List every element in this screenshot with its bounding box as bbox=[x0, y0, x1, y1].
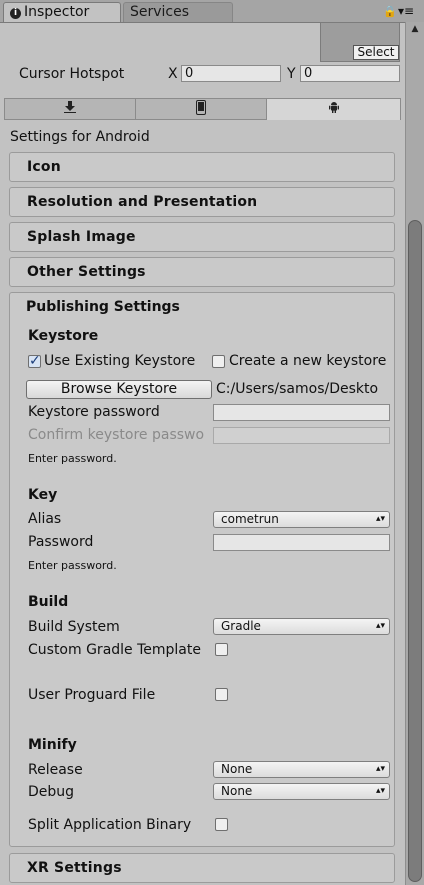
use-existing-keystore-label: Use Existing Keystore bbox=[44, 353, 196, 369]
cursor-hotspot-label: Cursor Hotspot bbox=[19, 66, 125, 82]
foldout-other-settings[interactable]: Other Settings bbox=[9, 257, 395, 287]
custom-gradle-template-label: Custom Gradle Template bbox=[28, 642, 201, 658]
hotspot-y-label: Y bbox=[287, 66, 296, 82]
hotspot-x-field[interactable]: 0 bbox=[181, 65, 281, 82]
key-password-field[interactable] bbox=[213, 534, 390, 551]
keystore-heading: Keystore bbox=[28, 328, 99, 344]
hotspot-y-field[interactable]: 0 bbox=[300, 65, 400, 82]
build-system-value: Gradle bbox=[221, 619, 261, 633]
custom-gradle-template-checkbox[interactable] bbox=[215, 643, 228, 656]
foldout-icon[interactable]: Icon bbox=[9, 152, 395, 182]
context-menu-icon[interactable]: ▾≡ bbox=[398, 4, 414, 18]
checkmark-icon: ✓ bbox=[29, 353, 41, 369]
split-application-binary-label: Split Application Binary bbox=[28, 817, 192, 833]
mobile-icon bbox=[196, 100, 206, 115]
key-heading: Key bbox=[28, 487, 58, 503]
tab-inspector-label: Inspector bbox=[24, 4, 90, 20]
lock-icon[interactable]: 🔒 bbox=[383, 5, 397, 18]
browse-keystore-button[interactable]: Browse Keystore bbox=[26, 380, 212, 399]
minify-release-label: Release bbox=[28, 762, 83, 778]
create-new-keystore-label: Create a new keystore bbox=[229, 353, 387, 369]
select-button[interactable]: Select bbox=[353, 45, 399, 60]
confirm-keystore-password-field bbox=[213, 427, 390, 444]
build-system-dropdown[interactable]: Gradle ▴▾ bbox=[213, 618, 390, 635]
keystore-password-label: Keystore password bbox=[28, 404, 160, 420]
settings-for-label: Settings for Android bbox=[10, 129, 150, 145]
download-icon bbox=[64, 101, 76, 113]
split-application-binary-checkbox[interactable] bbox=[215, 818, 228, 831]
use-existing-keystore-checkbox[interactable]: ✓ bbox=[28, 353, 41, 369]
key-password-label: Password bbox=[28, 534, 94, 550]
alias-label: Alias bbox=[28, 511, 62, 527]
build-system-label: Build System bbox=[28, 619, 120, 635]
dropdown-arrows-icon: ▴▾ bbox=[375, 514, 385, 524]
foldout-splash-image[interactable]: Splash Image bbox=[9, 222, 395, 252]
foldout-resolution-presentation[interactable]: Resolution and Presentation bbox=[9, 187, 395, 217]
minify-release-value: None bbox=[221, 762, 253, 776]
keystore-password-field[interactable] bbox=[213, 404, 390, 421]
alias-value: cometrun bbox=[221, 512, 279, 526]
scroll-up-arrow-icon[interactable]: ▲ bbox=[409, 24, 421, 34]
user-proguard-file-checkbox[interactable] bbox=[215, 688, 228, 701]
scrollbar-thumb[interactable] bbox=[408, 220, 422, 882]
keystore-enter-password-hint: Enter password. bbox=[28, 452, 117, 465]
hotspot-x-label: X bbox=[168, 66, 178, 82]
foldout-publishing-settings[interactable]: Publishing Settings bbox=[26, 299, 180, 315]
confirm-keystore-password-label: Confirm keystore passwo bbox=[28, 427, 205, 443]
build-heading: Build bbox=[28, 594, 69, 610]
alias-dropdown[interactable]: cometrun ▴▾ bbox=[213, 511, 390, 528]
info-icon: i bbox=[10, 8, 21, 19]
minify-heading: Minify bbox=[28, 737, 77, 753]
foldout-xr-settings[interactable]: XR Settings bbox=[9, 853, 395, 883]
keystore-path-label: C:/Users/samos/Deskto bbox=[216, 381, 379, 397]
create-new-keystore-checkbox[interactable] bbox=[212, 355, 225, 368]
android-icon bbox=[328, 102, 339, 113]
key-enter-password-hint: Enter password. bbox=[28, 559, 117, 572]
minify-debug-dropdown[interactable]: None ▴▾ bbox=[213, 783, 390, 800]
minify-debug-label: Debug bbox=[28, 784, 75, 800]
platform-tab-ios[interactable] bbox=[135, 98, 267, 120]
dropdown-arrows-icon: ▴▾ bbox=[375, 764, 385, 774]
tab-inspector[interactable]: i Inspector bbox=[3, 2, 121, 22]
minify-release-dropdown[interactable]: None ▴▾ bbox=[213, 761, 390, 778]
platform-tab-android[interactable] bbox=[266, 98, 401, 120]
minify-debug-value: None bbox=[221, 784, 253, 798]
tab-services-label: Services bbox=[130, 4, 190, 20]
tab-services[interactable]: Services bbox=[123, 2, 233, 22]
platform-tab-standalone[interactable] bbox=[4, 98, 136, 120]
dropdown-arrows-icon: ▴▾ bbox=[375, 786, 385, 796]
user-proguard-file-label: User Proguard File bbox=[28, 687, 156, 703]
dropdown-arrows-icon: ▴▾ bbox=[375, 621, 385, 631]
